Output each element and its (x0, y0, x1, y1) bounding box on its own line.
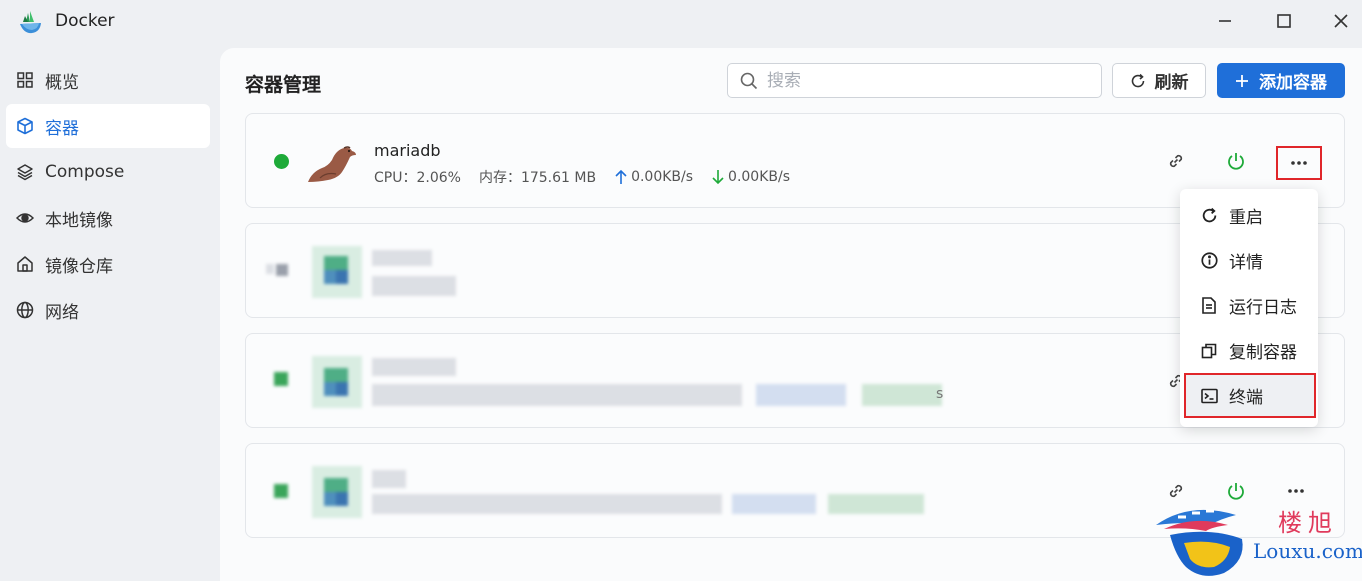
add-container-button[interactable]: 添加容器 (1217, 63, 1345, 98)
terminal-icon (1200, 387, 1218, 405)
menu-item-label: 重启 (1229, 208, 1263, 228)
upload-arrow-icon (615, 169, 627, 184)
refresh-icon (1131, 73, 1144, 87)
menu-item-label: 运行日志 (1229, 298, 1297, 318)
sidebar-item-label: Compose (45, 162, 125, 182)
sidebar-item-label: 网络 (45, 302, 79, 323)
blurred-logo (312, 466, 362, 518)
docker-logo-icon (20, 11, 41, 34)
close-button[interactable] (1325, 8, 1357, 34)
blurred-stats (756, 384, 846, 406)
status-running-dot (274, 154, 289, 169)
watermark: 楼旭 Louxu.com (1150, 495, 1362, 581)
sidebar-item-registry[interactable]: 镜像仓库 (6, 242, 210, 286)
link-button[interactable] (1162, 147, 1190, 175)
menu-item-restart[interactable]: 重启 (1180, 193, 1318, 238)
menu-item-label: 复制容器 (1229, 343, 1297, 363)
grid-icon (16, 71, 34, 89)
cube-icon (16, 117, 34, 135)
globe-icon (16, 301, 34, 319)
watermark-bird-logo-icon (1156, 509, 1243, 576)
title-bar: Docker (0, 0, 1362, 44)
power-button[interactable] (1222, 147, 1250, 175)
container-stats: CPU：2.06% 内存：175.61 MB 0.00KB/s 0.00KB/s (374, 167, 790, 187)
more-options-button[interactable] (1276, 146, 1322, 180)
blurred-status (274, 484, 288, 498)
restart-icon (1200, 207, 1218, 225)
minimize-icon (1219, 20, 1231, 22)
upload-rate: 0.00KB/s (631, 169, 694, 185)
partial-rate-text: s (936, 386, 944, 402)
search-input[interactable] (767, 70, 1087, 91)
sidebar-item-label: 镜像仓库 (45, 256, 113, 277)
blurred-stats (372, 276, 456, 296)
page-title: 容器管理 (245, 74, 322, 96)
menu-item-label: 详情 (1229, 253, 1263, 273)
search-icon (740, 72, 758, 89)
eye-icon (16, 209, 34, 227)
sidebar-item-local-images[interactable]: 本地镜像 (6, 196, 210, 240)
minimize-button[interactable] (1209, 8, 1241, 34)
copy-icon (1200, 342, 1218, 360)
sidebar-item-network[interactable]: 网络 (6, 288, 210, 332)
download-rate: 0.00KB/s (728, 169, 791, 185)
add-container-label: 添加容器 (1259, 73, 1327, 93)
menu-item-terminal[interactable]: 终端 (1184, 373, 1316, 418)
info-icon (1200, 252, 1218, 270)
more-dots-icon (1291, 161, 1307, 165)
search-box[interactable] (727, 63, 1102, 98)
blurred-name (372, 250, 432, 266)
blurred-stats (372, 384, 742, 406)
plus-icon (1236, 74, 1248, 87)
blurred-name (372, 470, 406, 488)
menu-item-copy-container[interactable]: 复制容器 (1180, 328, 1318, 373)
log-file-icon (1200, 297, 1218, 315)
maximize-icon (1277, 14, 1291, 28)
sidebar-item-overview[interactable]: 概览 (6, 58, 210, 102)
blurred-status (266, 264, 274, 274)
app-title: Docker (55, 11, 115, 31)
menu-item-label: 终端 (1229, 388, 1263, 408)
layers-icon (16, 163, 34, 181)
refresh-button[interactable]: 刷新 (1112, 63, 1206, 98)
blurred-logo (312, 246, 362, 298)
home-icon (16, 255, 34, 273)
power-icon (1228, 153, 1244, 170)
blurred-stats (828, 494, 924, 514)
container-actions-menu: 重启 详情 运行日志 复制容器 终端 (1180, 189, 1318, 427)
sidebar-item-containers[interactable]: 容器 (6, 104, 210, 148)
cpu-usage: CPU：2.06% (374, 170, 461, 186)
container-name: mariadb (374, 141, 441, 160)
blurred-logo (312, 356, 362, 408)
maximize-button[interactable] (1268, 8, 1300, 34)
download-arrow-icon (712, 170, 724, 185)
sidebar-item-label: 本地镜像 (45, 210, 113, 231)
watermark-cn-text: 楼旭 (1278, 509, 1338, 537)
link-icon (1169, 154, 1183, 168)
blurred-status (274, 372, 288, 386)
menu-item-details[interactable]: 详情 (1180, 238, 1318, 283)
sidebar-item-compose[interactable]: Compose (6, 150, 210, 194)
sidebar-item-label: 概览 (45, 72, 79, 93)
memory-usage: 内存：175.61 MB (478, 170, 597, 186)
refresh-label: 刷新 (1154, 73, 1189, 93)
blurred-name (372, 358, 456, 376)
blurred-stats (732, 494, 816, 514)
menu-item-logs[interactable]: 运行日志 (1180, 283, 1318, 328)
close-icon (1334, 14, 1348, 28)
sidebar-item-label: 容器 (45, 118, 79, 139)
blurred-stats (372, 494, 722, 514)
blurred-status (276, 264, 288, 276)
watermark-url-text: Louxu.com (1253, 539, 1362, 563)
blurred-stats (862, 384, 942, 406)
more-dots-icon (1288, 489, 1304, 493)
mariadb-seal-logo-icon (308, 146, 356, 182)
